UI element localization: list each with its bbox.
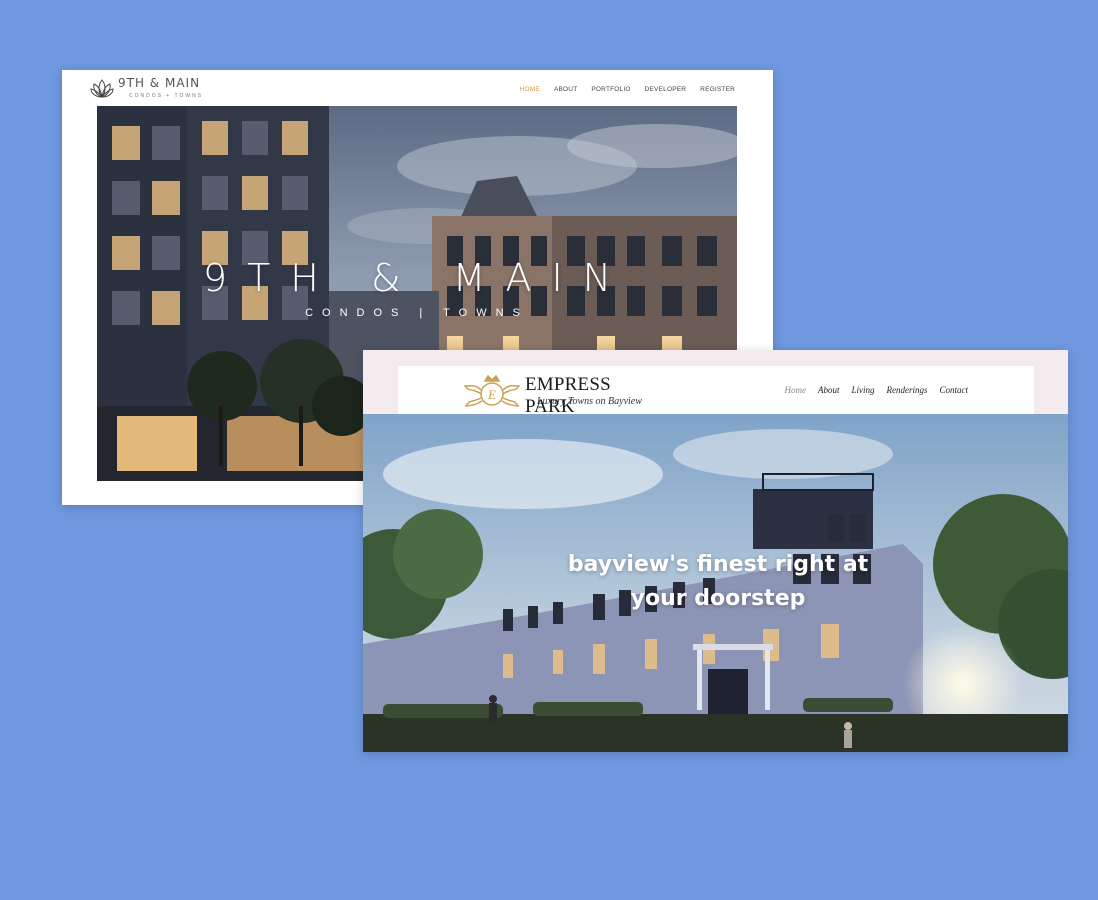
nav-home[interactable]: Home <box>784 385 806 395</box>
nav-register[interactable]: REGISTER <box>700 86 735 93</box>
main-nav: Home About Living Renderings Contact <box>784 385 968 395</box>
crest-logo-icon: E <box>463 374 521 407</box>
nav-renderings[interactable]: Renderings <box>887 385 928 395</box>
site-logo[interactable]: E EMPRESS PARK Luxury Towns on Bayview <box>463 372 663 417</box>
lotus-logo-icon <box>90 79 114 98</box>
logo-tagline: Luxury Towns on Bayview <box>537 396 642 407</box>
hero-title: 9TH & MAIN <box>202 256 632 300</box>
hero-subtitle: CONDOS | TOWNS <box>305 307 529 319</box>
site-header: 9TH & MAIN CONDOS + TOWNS HOME ABOUT POR… <box>62 70 773 106</box>
nav-about[interactable]: About <box>818 385 840 395</box>
hero-headline-line-2: your doorstep <box>630 586 806 611</box>
logo-name: 9TH & MAIN <box>118 76 201 90</box>
nav-portfolio[interactable]: PORTFOLIO <box>591 86 630 93</box>
main-nav: HOME ABOUT PORTFOLIO DEVELOPER REGISTER <box>520 86 735 93</box>
svg-text:E: E <box>487 387 496 402</box>
site-screenshot-empress-park: E EMPRESS PARK Luxury Towns on Bayview H… <box>363 350 1068 752</box>
nav-living[interactable]: Living <box>851 385 874 395</box>
hero-image: bayview's finest right at your doorstep <box>363 414 1068 752</box>
nav-home[interactable]: HOME <box>520 86 540 93</box>
nav-about[interactable]: ABOUT <box>554 86 577 93</box>
hero-headline-line-1: bayview's finest right at <box>567 552 869 577</box>
nav-developer[interactable]: DEVELOPER <box>645 86 687 93</box>
site-logo[interactable]: 9TH & MAIN CONDOS + TOWNS <box>90 76 230 102</box>
logo-subtitle: CONDOS + TOWNS <box>129 93 204 99</box>
nav-contact[interactable]: Contact <box>940 385 969 395</box>
hero-headline: bayview's finest right at your doorstep <box>553 548 883 616</box>
site-header: E EMPRESS PARK Luxury Towns on Bayview H… <box>398 366 1034 417</box>
